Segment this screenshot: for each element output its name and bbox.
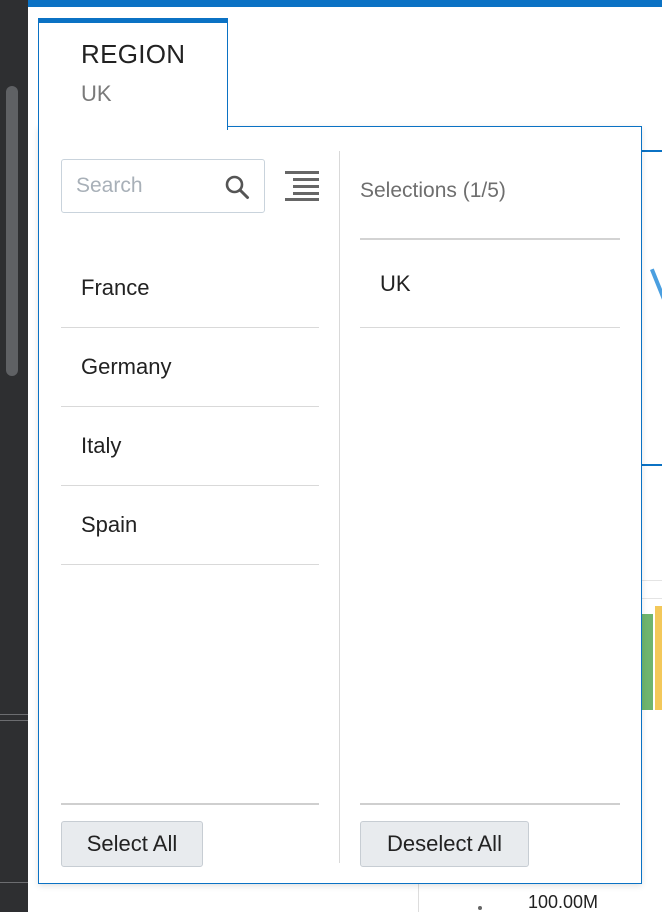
list-item-italy[interactable]: Italy <box>61 407 319 486</box>
search-box[interactable] <box>61 159 265 213</box>
region-filter-tab[interactable]: REGION UK <box>38 18 228 130</box>
sidebar-scrollbar[interactable] <box>6 86 18 376</box>
filter-current-value: UK <box>81 81 112 106</box>
select-all-button[interactable]: Select All <box>61 821 203 867</box>
rail-divider <box>0 720 28 721</box>
background-bar <box>641 614 653 710</box>
footer-divider <box>360 803 620 805</box>
background-chart-border <box>640 464 662 466</box>
available-values-list: France Germany Italy Spain <box>61 249 319 565</box>
list-item-germany[interactable]: Germany <box>61 328 319 407</box>
deselect-all-button[interactable]: Deselect All <box>360 821 529 867</box>
background-gridline <box>640 598 662 599</box>
rail-divider <box>0 882 28 883</box>
background-bar <box>655 606 662 710</box>
filter-title: REGION <box>81 39 186 69</box>
search-input[interactable] <box>76 170 216 202</box>
selections-title: Selections (1/5) <box>360 179 506 202</box>
region-filter-dropdown: France Germany Italy Spain Selections (1… <box>38 126 642 884</box>
rail-divider <box>0 714 28 715</box>
background-chart-border <box>640 150 662 152</box>
background-value-label: 100.00M <box>528 892 599 912</box>
background-trend-line <box>650 268 662 354</box>
search-icon[interactable] <box>224 174 250 200</box>
list-item-spain[interactable]: Spain <box>61 486 319 565</box>
list-options-icon[interactable] <box>285 171 319 201</box>
app-sidebar-rail <box>0 0 28 912</box>
top-accent-strip <box>28 0 662 7</box>
background-divider <box>418 884 419 912</box>
list-item-france[interactable]: France <box>61 249 319 328</box>
selected-item-uk[interactable]: UK <box>360 240 620 328</box>
background-tick-mark <box>478 906 482 910</box>
background-gridline <box>640 580 662 581</box>
selections-list: UK <box>360 240 620 328</box>
panel-column-divider <box>339 151 340 863</box>
footer-divider <box>61 803 319 805</box>
